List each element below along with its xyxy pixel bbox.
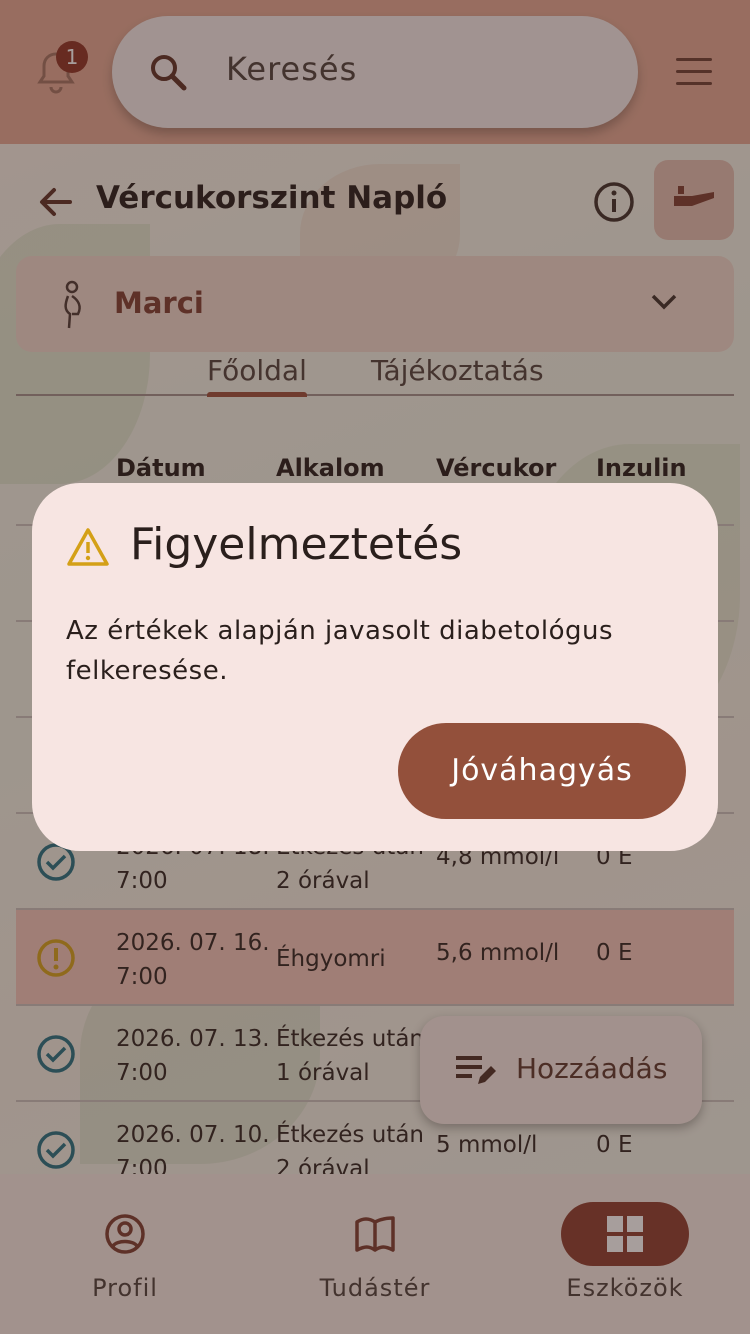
dialog-title: Figyelmeztetés <box>130 519 463 570</box>
warning-dialog: Figyelmeztetés Az értékek alapján javaso… <box>32 483 718 851</box>
dialog-message: Az értékek alapján javasolt diabetológus… <box>66 616 614 686</box>
warning-triangle-icon <box>67 528 109 566</box>
confirm-button[interactable]: Jóváhagyás <box>398 723 686 819</box>
